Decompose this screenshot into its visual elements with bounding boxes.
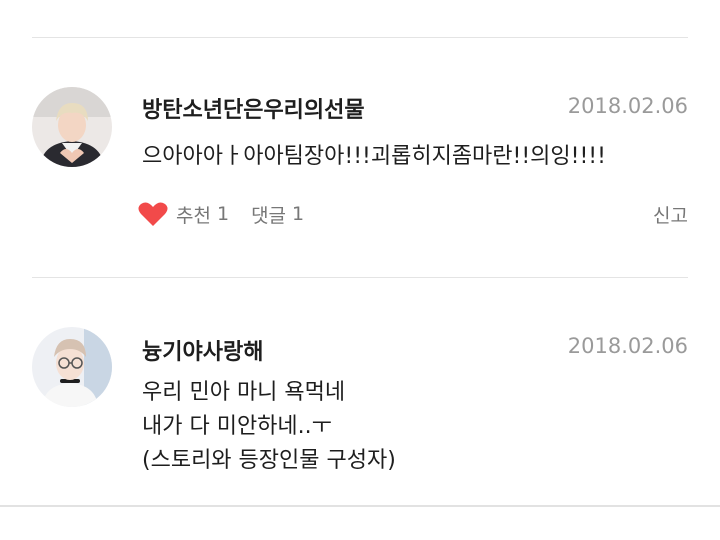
reply-label[interactable]: 댓글 xyxy=(251,201,286,228)
report-button[interactable]: 신고 xyxy=(653,201,688,228)
comment-body: 으아아아ㅏ아아팀장아!!!괴롭히지좀마란!!의잉!!!! xyxy=(142,140,606,174)
avatar[interactable] xyxy=(32,87,112,167)
comment-date: 2018.02.06 xyxy=(567,94,688,118)
bottom-divider xyxy=(0,505,720,507)
comment-author[interactable]: 늉기야사랑해 xyxy=(142,334,263,366)
comment-list: 방탄소년단은우리의선물 2018.02.06 으아아아ㅏ아아팀장아!!!괴롭히지… xyxy=(0,0,720,540)
reply-count: 1 xyxy=(292,203,305,225)
comment-line: (스토리와 등장인물 구성자) xyxy=(142,448,396,473)
avatar-photo-icon xyxy=(32,327,112,407)
heart-icon[interactable] xyxy=(138,201,168,227)
comment-date: 2018.02.06 xyxy=(567,334,688,358)
comment-line: 으아아아ㅏ아아팀장아!!!괴롭히지좀마란!!의잉!!!! xyxy=(142,144,606,169)
comment-line: 내가 다 미안하네..ㅜ xyxy=(142,414,332,439)
top-divider xyxy=(32,37,688,38)
comment-author[interactable]: 방탄소년단은우리의선물 xyxy=(142,92,365,124)
like-count: 1 xyxy=(216,203,230,225)
comment-actions: 추천 1 댓글 1 신고 xyxy=(138,199,688,229)
avatar-photo-icon xyxy=(32,87,112,167)
comment-line: 우리 민아 마니 욕먹네 xyxy=(142,380,346,405)
comment-divider xyxy=(32,277,688,278)
like-label[interactable]: 추천 xyxy=(176,201,211,228)
avatar[interactable] xyxy=(32,327,112,407)
comment-body: 우리 민아 마니 욕먹네 내가 다 미안하네..ㅜ (스토리와 등장인물 구성자… xyxy=(142,376,396,478)
